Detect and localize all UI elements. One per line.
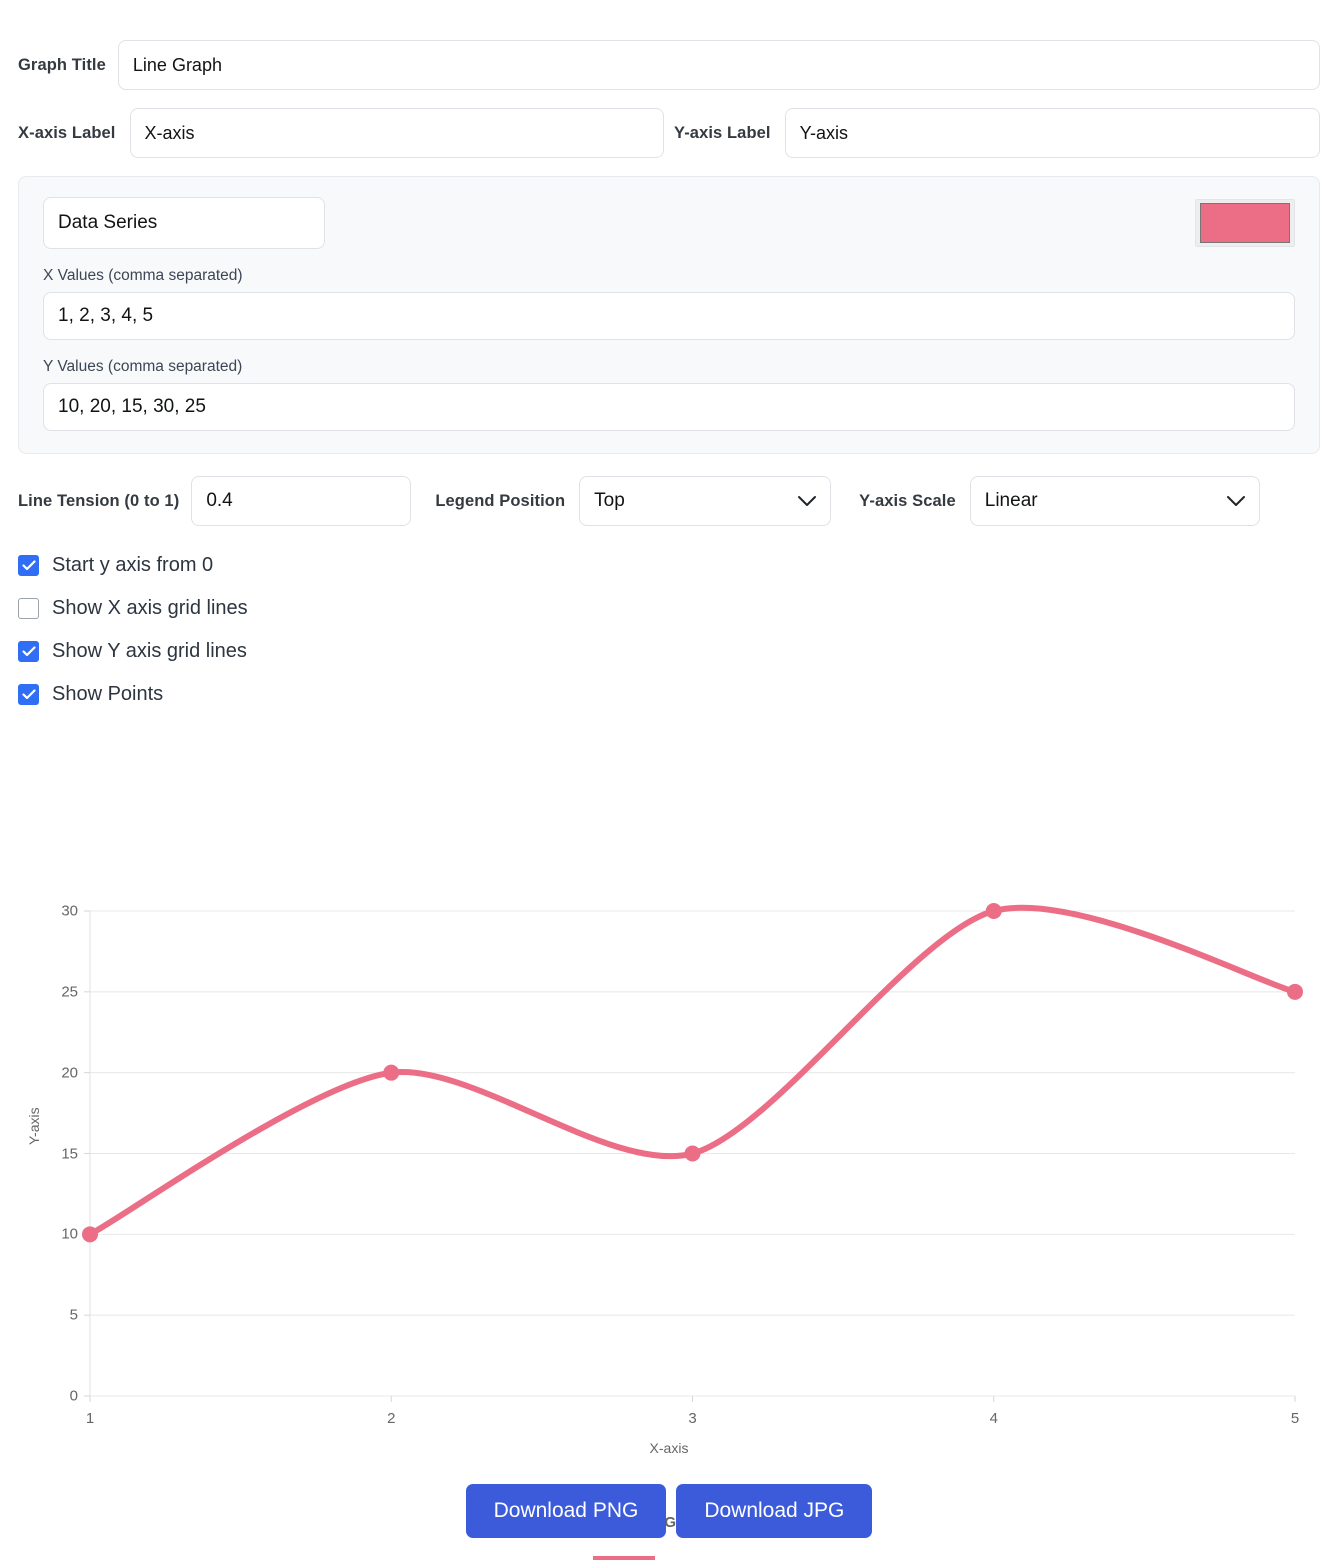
download-png-button[interactable]: Download PNG [465, 1484, 667, 1538]
download-buttons: Download PNG Download JPG [0, 1484, 1338, 1538]
x-tick-label: 3 [688, 1410, 697, 1427]
y-tick-label: 10 [61, 1225, 78, 1243]
graph-builder-page: Graph Title X-axis Label Y-axis Label X … [0, 40, 1338, 1560]
x-tick-label: 4 [989, 1410, 998, 1427]
y-tick-label: 20 [61, 1064, 78, 1082]
x-tick-label: 2 [387, 1410, 396, 1427]
y-tick-label: 5 [69, 1306, 78, 1324]
x-tick-label: 5 [1290, 1410, 1300, 1427]
y-tick-label: 25 [61, 983, 78, 1001]
y-tick-label: 0 [69, 1387, 78, 1405]
chart-x-axis-title: X-axis [649, 1440, 689, 1456]
chart-y-axis-title: Y-axis [26, 1107, 42, 1145]
y-tick-label: 30 [61, 902, 78, 920]
download-jpg-button[interactable]: Download JPG [676, 1484, 873, 1538]
x-tick-label: 1 [85, 1410, 95, 1427]
chart-plot [82, 903, 1303, 1402]
y-tick-label: 15 [61, 1145, 78, 1162]
